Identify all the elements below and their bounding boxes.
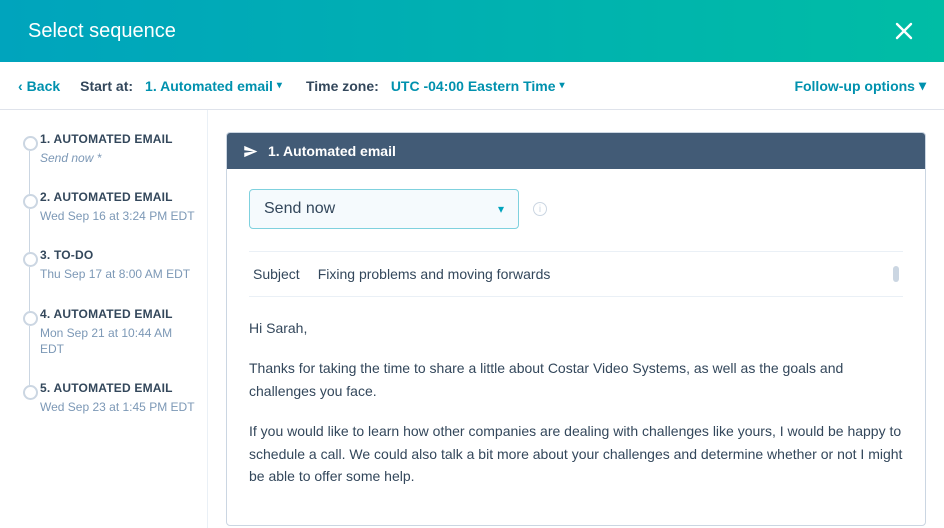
step-subtitle: Wed Sep 23 at 1:45 PM EDT bbox=[40, 399, 197, 415]
caret-down-icon: ▾ bbox=[277, 80, 282, 91]
back-label: Back bbox=[27, 78, 60, 94]
timezone-value: UTC -04:00 Eastern Time bbox=[391, 78, 556, 94]
paper-plane-icon bbox=[243, 144, 258, 159]
subject-row: Subject bbox=[249, 251, 903, 297]
timezone-select[interactable]: UTC -04:00 Eastern Time ▾ bbox=[391, 78, 565, 94]
chevron-left-icon: ‹ bbox=[18, 78, 23, 94]
main-panel[interactable]: 1. Automated email Send now ▾ i Subject … bbox=[208, 110, 944, 528]
timezone-label: Time zone: bbox=[306, 78, 379, 94]
caret-down-icon: ▾ bbox=[560, 80, 565, 91]
step-subtitle: Thu Sep 17 at 8:00 AM EDT bbox=[40, 266, 197, 282]
toolbar: ‹ Back Start at: 1. Automated email ▾ Ti… bbox=[0, 62, 944, 110]
back-button[interactable]: ‹ Back bbox=[18, 78, 60, 94]
start-at-value: 1. Automated email bbox=[145, 78, 273, 94]
card-title: 1. Automated email bbox=[268, 143, 396, 159]
card-body: Send now ▾ i Subject Hi Sarah, Thanks fo… bbox=[227, 169, 925, 525]
step-subtitle: Mon Sep 21 at 10:44 AM EDT bbox=[40, 325, 197, 357]
steps-sidebar[interactable]: 1. AUTOMATED EMAIL Send now * 2. AUTOMATED… bbox=[0, 110, 208, 528]
modal-header: Select sequence bbox=[0, 0, 944, 62]
subject-label: Subject bbox=[253, 266, 300, 282]
subject-input[interactable] bbox=[318, 266, 875, 282]
start-at-select[interactable]: 1. Automated email ▾ bbox=[145, 78, 282, 94]
caret-down-icon: ▾ bbox=[919, 77, 926, 94]
step-item[interactable]: 2. AUTOMATED EMAIL Wed Sep 16 at 3:24 PM … bbox=[18, 190, 197, 248]
step-item[interactable]: 3. TO-DO Thu Sep 17 at 8:00 AM EDT bbox=[18, 248, 197, 306]
email-body[interactable]: Hi Sarah, Thanks for taking the time to … bbox=[249, 317, 903, 487]
start-at-label: Start at: bbox=[80, 78, 133, 94]
content-area: 1. AUTOMATED EMAIL Send now * 2. AUTOMATED… bbox=[0, 110, 944, 528]
step-item[interactable]: 1. AUTOMATED EMAIL Send now * bbox=[18, 132, 197, 190]
step-title: 4. AUTOMATED EMAIL bbox=[40, 307, 197, 321]
followup-options[interactable]: Follow-up options ▾ bbox=[794, 77, 926, 94]
step-title: 2. AUTOMATED EMAIL bbox=[40, 190, 197, 204]
step-title: 5. AUTOMATED EMAIL bbox=[40, 381, 197, 395]
caret-down-icon: ▾ bbox=[498, 202, 504, 216]
step-item[interactable]: 4. AUTOMATED EMAIL Mon Sep 21 at 10:44 AM… bbox=[18, 307, 197, 381]
send-timing-value: Send now bbox=[264, 200, 335, 218]
close-icon[interactable] bbox=[892, 19, 916, 43]
followup-label: Follow-up options bbox=[794, 78, 915, 94]
step-subtitle: Send now * bbox=[40, 150, 197, 166]
info-icon[interactable]: i bbox=[533, 202, 547, 216]
card-header: 1. Automated email bbox=[227, 133, 925, 169]
email-card: 1. Automated email Send now ▾ i Subject … bbox=[226, 132, 926, 526]
send-timing-select[interactable]: Send now ▾ bbox=[249, 189, 519, 229]
step-item[interactable]: 5. AUTOMATED EMAIL Wed Sep 23 at 1:45 PM … bbox=[18, 381, 197, 439]
step-title: 3. TO-DO bbox=[40, 248, 197, 262]
scroll-indicator bbox=[893, 266, 899, 282]
step-subtitle: Wed Sep 16 at 3:24 PM EDT bbox=[40, 208, 197, 224]
modal-title: Select sequence bbox=[28, 20, 176, 43]
body-paragraph: If you would like to learn how other com… bbox=[249, 420, 903, 487]
body-paragraph: Thanks for taking the time to share a li… bbox=[249, 357, 903, 402]
step-title: 1. AUTOMATED EMAIL bbox=[40, 132, 197, 146]
body-greeting: Hi Sarah, bbox=[249, 317, 903, 339]
